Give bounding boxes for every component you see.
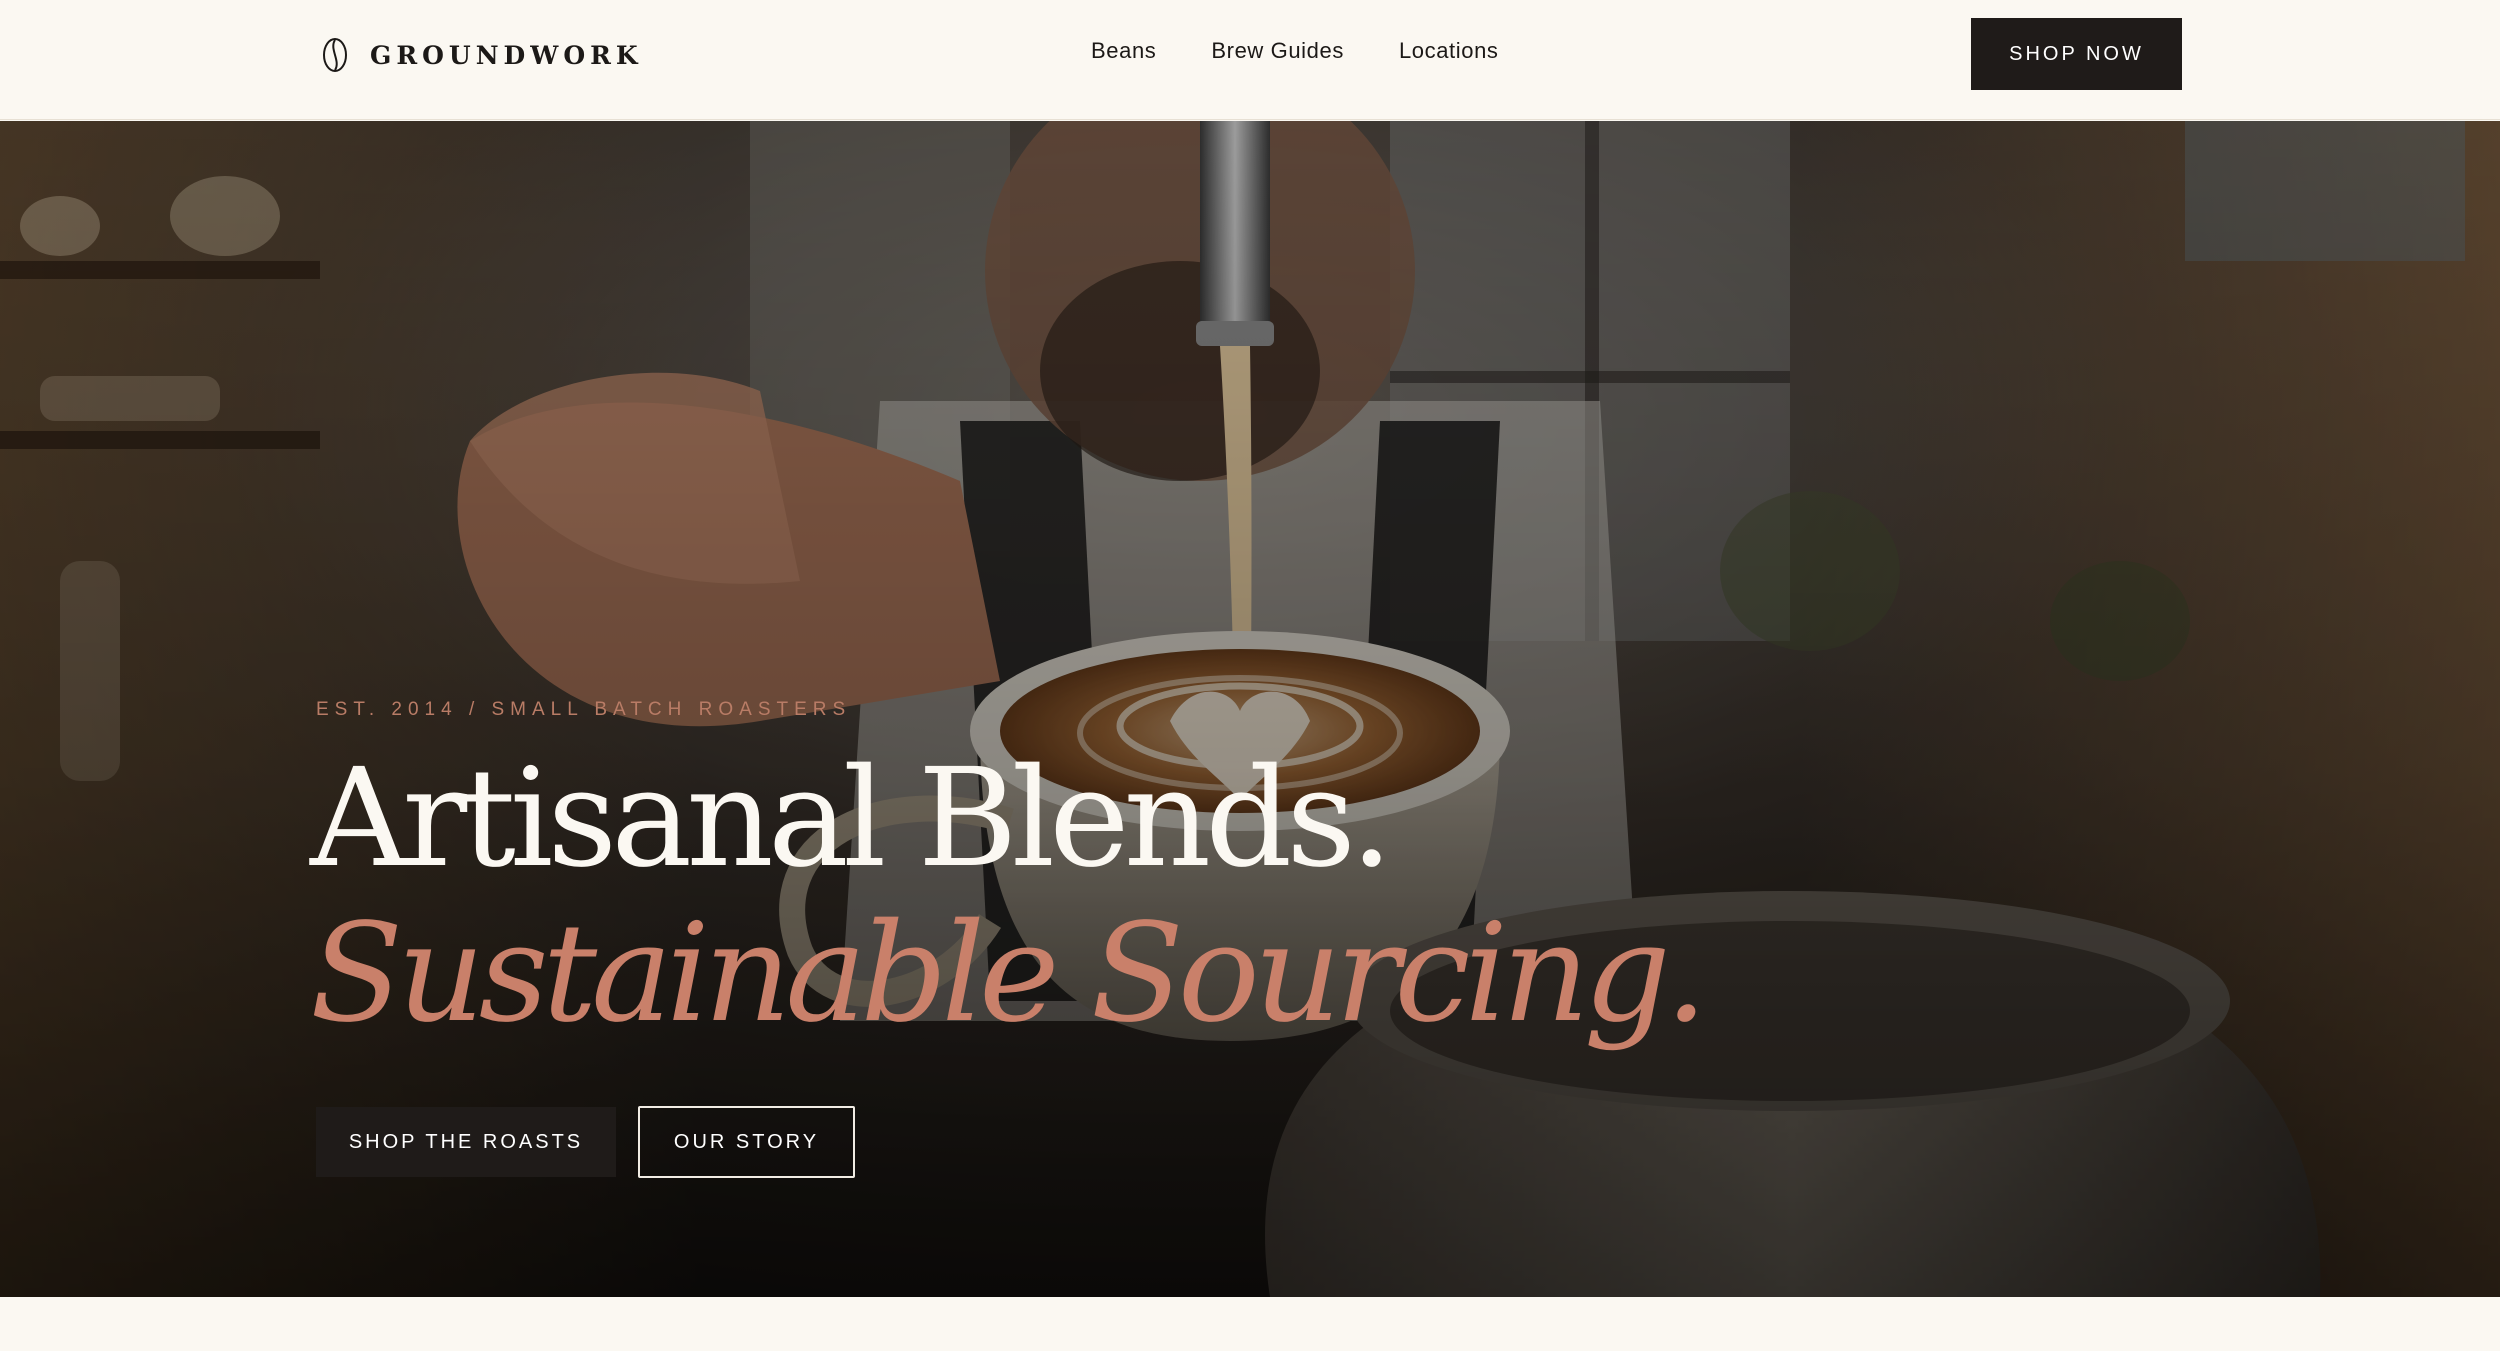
coffee-bean-icon — [323, 38, 347, 72]
hero-section: EST. 2014 / SMALL BATCH ROASTERS Artisan… — [0, 121, 2500, 1297]
nav-link-brew-guides[interactable]: Brew Guides — [1211, 38, 1344, 64]
our-story-button[interactable]: OUR STORY — [638, 1106, 855, 1178]
site-header: GROUNDWORK Beans Brew Guides Locations S… — [0, 0, 2500, 120]
nav-link-locations[interactable]: Locations — [1399, 38, 1499, 64]
next-section-peek — [0, 1297, 2500, 1351]
hero-headline-line-2: Sustainable Sourcing. — [310, 895, 1708, 1053]
brand-name: GROUNDWORK — [370, 40, 643, 70]
shop-now-button[interactable]: SHOP NOW — [1971, 18, 2182, 90]
main-nav: Beans Brew Guides Locations — [1091, 38, 1499, 64]
shop-the-roasts-button[interactable]: SHOP THE ROASTS — [316, 1107, 616, 1177]
nav-link-beans[interactable]: Beans — [1091, 38, 1156, 64]
hero-headline-line-1: Artisanal Blends. — [310, 740, 1393, 898]
brand-logo[interactable]: GROUNDWORK — [320, 32, 643, 78]
hero-eyebrow: EST. 2014 / SMALL BATCH ROASTERS — [316, 699, 852, 720]
